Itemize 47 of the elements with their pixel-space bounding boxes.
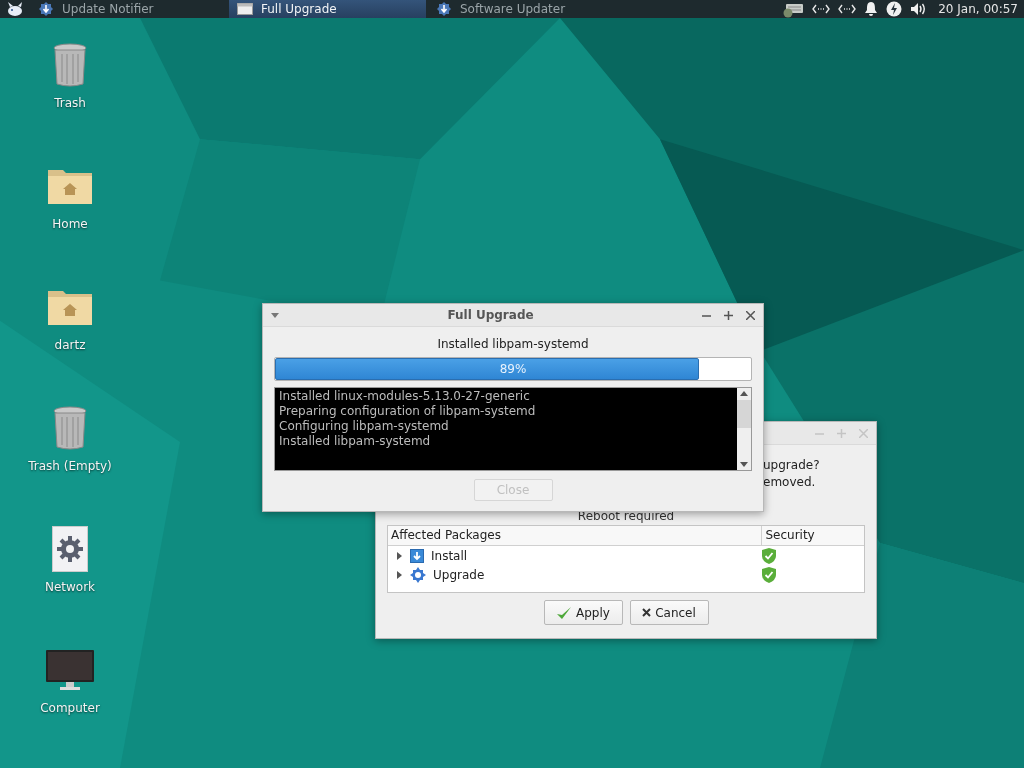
gear-icon <box>436 1 452 17</box>
network-icon <box>812 3 831 15</box>
expander-icon[interactable] <box>395 570 403 579</box>
gear-icon <box>410 566 426 583</box>
question-text: emoved. <box>763 474 817 491</box>
monitor-icon[interactable] <box>45 647 95 693</box>
log-line: Installed libpam-systemd <box>279 434 432 449</box>
shield-check-icon <box>762 566 776 583</box>
column-header[interactable]: Affected Packages <box>388 526 763 545</box>
desktop-icon-label[interactable]: dartz <box>54 338 86 352</box>
window-menu-icon[interactable] <box>271 312 279 318</box>
close-icon[interactable] <box>746 310 755 320</box>
clock[interactable]: 20 Jan, 00:57 <box>938 2 1018 16</box>
download-icon <box>410 548 424 563</box>
progress-reading: 89% <box>499 362 527 376</box>
package-group[interactable]: Upgrade <box>433 567 485 582</box>
scrollbar[interactable] <box>737 388 751 470</box>
log-line: Preparing configuration of libpam-systemd <box>279 404 537 419</box>
desktop-icon-label[interactable]: Home <box>52 217 88 231</box>
shield-check-icon <box>762 547 776 564</box>
scroll-up-icon[interactable] <box>740 391 748 396</box>
apply-button[interactable]: Apply <box>543 600 623 625</box>
bell-icon <box>864 1 879 17</box>
gear-document-icon[interactable] <box>52 526 88 572</box>
cancel-button[interactable]: Cancel <box>629 600 709 625</box>
gear-icon <box>38 1 54 17</box>
desktop-icon-label[interactable]: Trash <box>54 96 86 110</box>
expander-icon[interactable] <box>395 551 403 560</box>
taskbar-task[interactable]: Full Upgrade <box>229 0 426 18</box>
log-line: Configuring libpam-systemd <box>279 419 450 434</box>
desktop-icon-label[interactable]: Trash (Empty) <box>28 459 112 473</box>
desktop-icon-label[interactable]: Computer <box>40 701 100 715</box>
package-group[interactable]: Install <box>431 548 468 563</box>
log-line: Installed linux-modules-5.13.0-27-generic <box>279 389 531 404</box>
network-icon <box>838 3 857 15</box>
window-title: Full Upgrade <box>446 308 535 322</box>
taskbar-task[interactable]: Software Updater <box>428 0 625 18</box>
maximize-icon[interactable] <box>724 310 733 320</box>
close-icon <box>642 608 652 617</box>
status-text: Installed libpam-systemd <box>437 337 589 351</box>
column-header[interactable]: Security <box>762 526 864 545</box>
taskbar-task[interactable]: Update Notifier <box>30 0 227 18</box>
question-text: upgrade? <box>763 457 821 474</box>
window-icon <box>237 2 253 16</box>
scroll-down-icon[interactable] <box>740 462 748 467</box>
desktop-icon-label[interactable]: Network <box>44 580 96 594</box>
checkmark-icon <box>556 604 573 621</box>
